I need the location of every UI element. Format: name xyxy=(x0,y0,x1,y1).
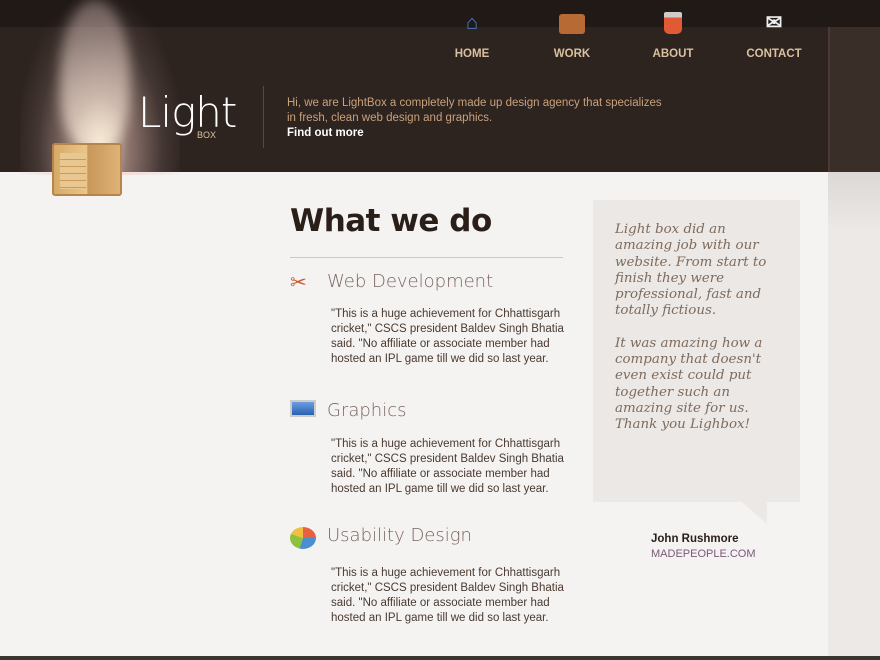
divider xyxy=(290,257,563,258)
nav-label: WORK xyxy=(553,48,591,60)
service-title: Usability Design xyxy=(327,525,472,546)
nav-label: CONTACT xyxy=(746,48,802,60)
nav-about[interactable]: ABOUT xyxy=(633,10,713,60)
page-edge xyxy=(828,172,880,660)
header-edge xyxy=(828,27,880,172)
service-title: Web Development xyxy=(327,271,494,292)
nav-contact[interactable]: ✉ CONTACT xyxy=(734,10,814,60)
quote-paragraph: Light box did an amazing job with our we… xyxy=(615,222,767,319)
nav-work[interactable]: WORK xyxy=(532,10,612,60)
logo-sub: BOX xyxy=(197,130,217,140)
briefcase-icon xyxy=(559,10,585,36)
light-beam xyxy=(60,0,130,150)
testimonial-quote: Light box did an amazing job with our we… xyxy=(593,200,800,502)
find-out-more-link[interactable]: Find out more xyxy=(287,126,667,141)
page-title: What we do xyxy=(290,203,492,239)
service-text: "This is a huge achievement for Chhattis… xyxy=(331,438,564,495)
tools-icon: ✂ xyxy=(290,272,307,294)
intro-text: Hi, we are LightBox a completely made up… xyxy=(287,97,662,124)
paint-bucket-icon xyxy=(660,10,686,36)
crate-icon xyxy=(52,143,122,196)
nav-home[interactable]: ⌂ HOME xyxy=(432,10,512,60)
mail-add-icon: ✉ xyxy=(765,12,783,34)
logo[interactable]: Light xyxy=(138,88,237,137)
pie-chart-icon xyxy=(290,527,320,553)
testimonial-author: John Rushmore xyxy=(651,533,739,545)
footer xyxy=(0,656,880,660)
quote-paragraph: It was amazing how a company that doesn'… xyxy=(615,335,763,433)
divider xyxy=(263,86,264,148)
testimonial-site-link[interactable]: MADEPEOPLE.COM xyxy=(651,548,756,560)
intro: Hi, we are LightBox a completely made up… xyxy=(287,96,667,141)
service-text: "This is a huge achievement for Chhattis… xyxy=(331,567,564,624)
home-icon: ⌂ xyxy=(465,12,479,34)
service-text: "This is a huge achievement for Chhattis… xyxy=(331,308,564,365)
monitor-icon xyxy=(290,400,320,426)
nav-label: ABOUT xyxy=(652,48,694,60)
quote-tail xyxy=(742,502,767,524)
nav-label: HOME xyxy=(454,48,490,60)
service-title: Graphics xyxy=(327,400,407,421)
